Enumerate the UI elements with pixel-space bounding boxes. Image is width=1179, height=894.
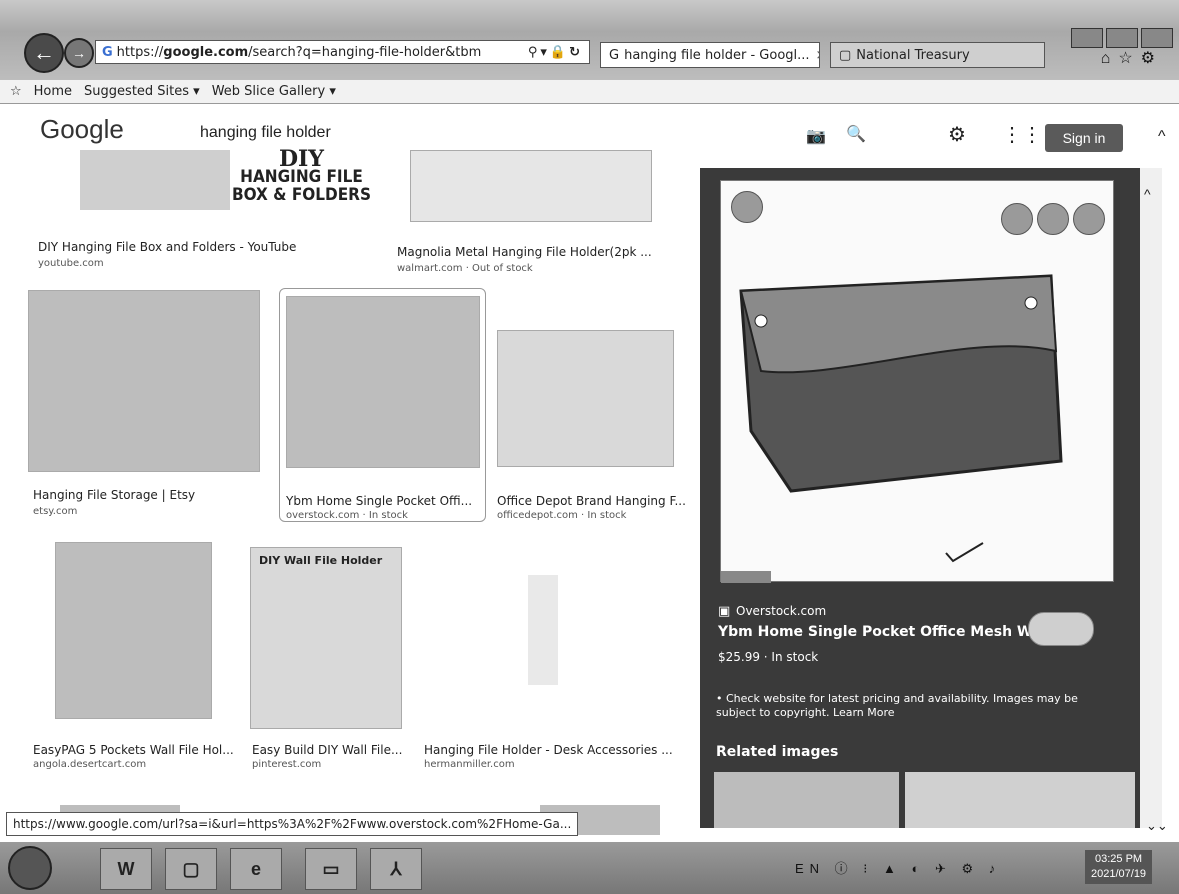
home-icon[interactable]: ⌂	[1101, 50, 1119, 67]
disclaimer-text[interactable]: subject to copyright. Learn More	[716, 706, 895, 719]
forward-button[interactable]: →	[64, 38, 94, 68]
clock-date: 2021/07/19	[1091, 868, 1147, 880]
word-taskbar-icon[interactable]: W	[100, 848, 152, 890]
thumbnail-text: DIY Wall File Holder	[259, 554, 383, 567]
disclaimer-text: • Check website for latest pricing and a…	[716, 692, 1078, 705]
chevron-down-icon[interactable]: ⌄⌄	[1146, 818, 1168, 834]
result-title[interactable]: Hanging File Holder - Desk Accessories .…	[424, 743, 673, 757]
close-window-button[interactable]	[1141, 28, 1173, 48]
google-favicon-icon: G	[102, 44, 113, 60]
result-thumbnail[interactable]: DIY Wall File Holder	[250, 547, 402, 729]
back-button[interactable]: ←	[24, 33, 64, 73]
search-input[interactable]: hanging file holder	[200, 124, 331, 142]
address-bar[interactable]: G https:// google.com /search?q=hanging-…	[95, 40, 590, 64]
google-favicon-icon: G	[609, 47, 620, 63]
visually-similar-badge[interactable]	[721, 571, 771, 583]
apps-grid-icon[interactable]: ⋮⋮	[1002, 122, 1042, 147]
explorer-taskbar-icon[interactable]: ▭	[305, 848, 357, 890]
result-title[interactable]: Hanging File Storage | Etsy	[33, 488, 195, 502]
result-source: officedepot.com · In stock	[497, 510, 627, 521]
result-thumbnail[interactable]	[528, 575, 558, 685]
minimize-button[interactable]	[1071, 28, 1103, 48]
arrow-left-icon: ←	[33, 40, 55, 65]
result-title[interactable]: Easy Build DIY Wall File...	[252, 743, 402, 757]
result-title[interactable]: EasyPAG 5 Pockets Wall File Hol...	[33, 743, 234, 757]
acrobat-taskbar-icon[interactable]: ⅄	[370, 848, 422, 890]
result-source-site[interactable]: Overstock.com	[736, 604, 826, 618]
visit-button[interactable]	[1028, 612, 1094, 646]
scroll-up-icon[interactable]: ^	[1144, 186, 1151, 202]
url-prefix: https://	[116, 44, 164, 60]
status-bar-url: https://www.google.com/url?sa=i&url=http…	[6, 812, 579, 836]
result-source: pinterest.com	[252, 759, 322, 770]
app-taskbar-icon[interactable]: ▢	[165, 848, 217, 890]
favorites-item-webslice[interactable]: Web Slice Gallery ▾	[212, 84, 336, 99]
tab-label: hanging file holder - Googl...	[624, 47, 810, 63]
mesh-file-holder-image	[739, 274, 1063, 563]
close-tab-icon[interactable]: ×	[816, 48, 819, 63]
browser-toolbar-icons[interactable]: ⌂☆⚙	[1101, 48, 1163, 68]
star-icon[interactable]: ☆	[1118, 50, 1140, 67]
windows-start-icon[interactable]	[8, 846, 52, 890]
result-source: walmart.com · Out of stock	[397, 263, 533, 274]
arrow-right-icon: →	[72, 45, 86, 61]
result-thumbnail[interactable]	[497, 330, 674, 467]
sign-in-button[interactable]: Sign in	[1045, 124, 1123, 152]
settings-icon[interactable]: ⚙	[948, 122, 966, 147]
preview-price: $25.99 · In stock	[718, 650, 819, 664]
result-source: hermanmiller.com	[424, 759, 515, 770]
panel-scrollbar[interactable]: ^	[1140, 168, 1162, 828]
chevron-up-icon[interactable]: ^	[1158, 128, 1166, 146]
favorites-item-home[interactable]: Home	[34, 84, 72, 99]
favorites-star-icon[interactable]: ☆	[10, 84, 22, 99]
source-favicon-icon: ▣	[718, 604, 731, 619]
result-source: angola.desertcart.com	[33, 759, 147, 770]
window-controls[interactable]	[1071, 28, 1173, 48]
clock-time: 03:25 PM	[1094, 853, 1143, 865]
result-thumbnail[interactable]	[410, 150, 652, 222]
result-thumbnail-selected[interactable]	[286, 296, 480, 468]
url-domain: google.com	[163, 44, 249, 60]
address-controls[interactable]: ⚲▾🔒↻	[528, 45, 583, 60]
tab-national-treasury[interactable]: ▢ National Treasury	[830, 42, 1045, 68]
favorites-bar: ☆ Home Suggested Sites ▾ Web Slice Galle…	[0, 80, 1179, 104]
search-icon[interactable]: 🔍	[846, 124, 866, 144]
result-source: etsy.com	[33, 506, 78, 517]
result-thumbnail[interactable]	[55, 542, 212, 719]
preview-image[interactable]	[720, 180, 1114, 583]
result-title[interactable]: Office Depot Brand Hanging F...	[497, 494, 686, 508]
thumbnail-text: DIY HANGING FILE BOX & FOLDERS	[232, 146, 371, 205]
google-logo[interactable]: Google	[40, 114, 124, 145]
related-image-thumb[interactable]	[714, 772, 899, 828]
related-images-heading: Related images	[716, 744, 839, 760]
camera-icon[interactable]: 📷	[806, 126, 826, 146]
result-thumbnail[interactable]	[80, 150, 230, 210]
taskbar-clock[interactable]: 03:25 PM 2021/07/19	[1085, 850, 1153, 884]
result-source: youtube.com	[38, 258, 104, 269]
result-title[interactable]: DIY Hanging File Box and Folders - YouTu…	[38, 240, 296, 254]
result-thumbnail[interactable]	[28, 290, 260, 472]
page-favicon-icon: ▢	[839, 47, 852, 63]
maximize-button[interactable]	[1106, 28, 1138, 48]
ie-taskbar-icon[interactable]: e	[230, 848, 282, 890]
language-indicator[interactable]: EN	[795, 861, 825, 876]
tab-google-search[interactable]: G hanging file holder - Googl... ×	[600, 42, 820, 68]
related-image-thumb[interactable]	[905, 772, 1135, 828]
preview-title[interactable]: Ybm Home Single Pocket Office Mesh Wal..…	[718, 624, 1062, 640]
url-path: /search?q=hanging-file-holder&tbm	[248, 44, 482, 60]
result-source: overstock.com · In stock	[286, 510, 408, 521]
system-tray[interactable]: EN ⓘ ⁝ ▲ ◐ ✈ ⚙ ♪	[795, 858, 1001, 877]
result-title[interactable]: Ybm Home Single Pocket Offi...	[286, 494, 472, 508]
tab-label: National Treasury	[856, 47, 970, 63]
favorites-item-suggested[interactable]: Suggested Sites ▾	[84, 84, 200, 99]
result-title[interactable]: Magnolia Metal Hanging File Holder(2pk .…	[397, 245, 652, 259]
gear-icon[interactable]: ⚙	[1141, 50, 1163, 67]
